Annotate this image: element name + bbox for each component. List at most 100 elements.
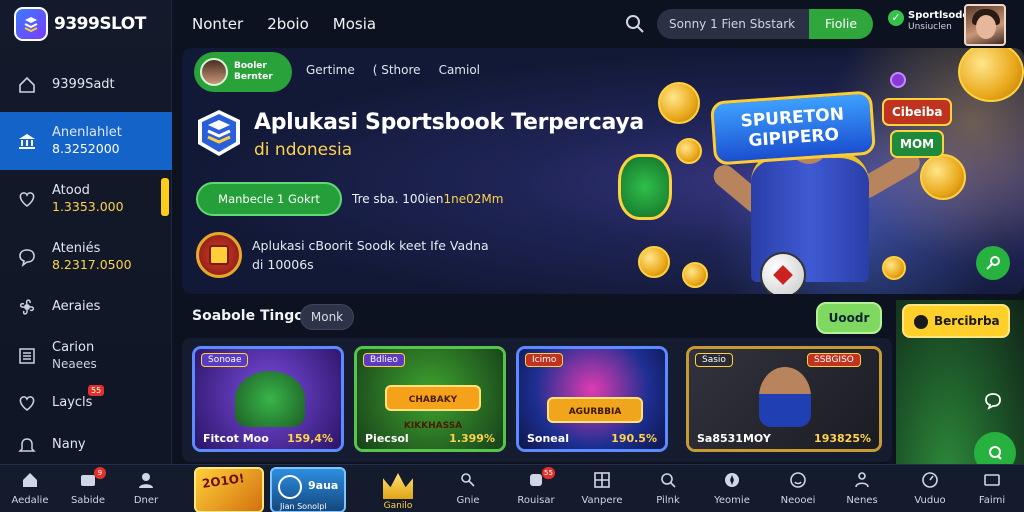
bottom-promo-card-2[interactable]: 9aua Jian Sonolpl: [270, 467, 346, 512]
bottom-nav-item[interactable]: Yeomie: [704, 469, 760, 506]
game-card-4[interactable]: SSBGISO Sasio Sa8531MOY 193825%: [686, 346, 882, 452]
user-info[interactable]: ✓ Sportlsode Unsiuclen: [888, 10, 969, 33]
bottom-nav-label: Yeomie: [714, 495, 750, 506]
smile-icon: [787, 469, 809, 491]
bank-icon: [16, 130, 38, 152]
bottom-nav-highlight[interactable]: Ganilo: [372, 467, 424, 512]
hero-title: Aplukasi Sportsbook Terpercaya: [254, 110, 644, 135]
game-card-3[interactable]: AGURBBIA Icimo Soneal 190.5%: [516, 346, 668, 452]
hero-tab-3[interactable]: Camiol: [439, 63, 480, 77]
user-title: Sportlsode: [908, 10, 970, 21]
search-button[interactable]: Fiolie: [809, 9, 873, 39]
search-input[interactable]: Sonny 1 Fien Sbstark: [657, 9, 809, 39]
section-header: Soabole Tingoa Monk Uoodr: [182, 300, 888, 336]
hero-note-highlight: 1ne02Mm: [443, 192, 504, 206]
sidebar-item-label: Carion: [52, 340, 95, 355]
bottom-nav-item[interactable]: Gnie: [440, 469, 496, 506]
bottom-nav-item[interactable]: Vuduo: [902, 469, 958, 506]
section-filter-chip[interactable]: Monk: [300, 304, 354, 330]
notification-badge: 55: [88, 385, 105, 396]
hero-tab-2[interactable]: ( Sthore: [373, 63, 421, 77]
hero-tabs: Gertime ( Sthore Camiol: [306, 63, 480, 77]
sidebar-item-list[interactable]: Carion Neaees: [0, 336, 172, 376]
user-icon: [135, 469, 157, 491]
tv-icon: [981, 469, 1003, 491]
compass-icon: [721, 469, 743, 491]
bottom-nav-item[interactable]: 9 Sabide: [60, 467, 116, 506]
bottom-nav-item[interactable]: Aedalie: [2, 469, 58, 506]
sidebar-item-value: 8.2317.0500: [52, 257, 132, 272]
section-action-button[interactable]: Uoodr: [816, 302, 882, 334]
search-icon[interactable]: [624, 13, 646, 35]
bottom-nav-item[interactable]: Faimi: [964, 469, 1020, 506]
sidebar: 9399SLOT 9399Sadt Anenlahlet 8.3252000 A…: [0, 0, 172, 512]
bottom-promo-card-2-sub: Jian Sonolpl: [280, 502, 327, 511]
card-title: Soneal: [527, 432, 569, 445]
sportsbook-logo: SPURETON GIPIPERO: [709, 90, 877, 166]
hero-note: Tre sba. 100ien1ne02Mm: [352, 192, 503, 206]
bottom-nav-label: Aedalie: [11, 495, 49, 506]
card-tag: Sasio: [695, 353, 733, 367]
bottom-nav-item[interactable]: Neooei: [770, 469, 826, 506]
search-fab-icon[interactable]: [976, 246, 1010, 280]
coin-icon: [638, 246, 670, 278]
sidebar-item-label: Aeraies: [52, 299, 101, 314]
hero-tab-1[interactable]: Gertime: [306, 63, 355, 77]
nav-link-2[interactable]: 2boio: [267, 15, 309, 33]
bottom-nav-label: Neooei: [780, 495, 816, 506]
notification-badge: 55: [542, 467, 555, 479]
brand-logo-icon: [14, 7, 48, 41]
card-tag: Icimo: [525, 353, 564, 367]
bottom-nav-label: Gnie: [456, 495, 480, 506]
nav-link-1[interactable]: Nonter: [192, 15, 243, 33]
sidebar-item-fan[interactable]: Aeraies: [0, 290, 172, 324]
grid-icon: [591, 469, 613, 491]
top-header: Nonter 2boio Mosia Sonny 1 Fien Sbstark …: [172, 0, 1024, 48]
sidebar-item-chat[interactable]: Ateniés 8.2317.0500: [0, 234, 172, 280]
home-icon: [16, 74, 38, 96]
game-card-2[interactable]: CHABAKY KIKKHASSA Bdlieo Piecsol 1.399%: [354, 346, 506, 452]
card-percent: 159,4%: [287, 432, 333, 445]
hero-note-prefix: Tre sba. 100ien: [352, 192, 444, 206]
bottom-nav-item[interactable]: Pilnk: [640, 469, 696, 506]
sidebar-item-label: Anenlahlet: [52, 125, 122, 140]
nav-link-3[interactable]: Mosia: [333, 15, 376, 33]
sidebar-item-home[interactable]: 9399Sadt: [0, 62, 172, 108]
gauge-icon: [919, 469, 941, 491]
card-character: [235, 371, 305, 427]
mini-card-2[interactable]: MOM: [890, 130, 945, 158]
card-title: Fitcot Moo: [203, 432, 269, 445]
sidebar-item-likes[interactable]: Laycls 55: [0, 385, 172, 420]
promo-button[interactable]: Bercibrba: [902, 304, 1010, 338]
brand-logo[interactable]: 9399SLOT: [0, 0, 171, 48]
hero-desc-line-2: di 10006s: [252, 257, 314, 272]
crown-icon: [383, 473, 413, 499]
search-doc-icon: [657, 469, 679, 491]
sidebar-item-bank[interactable]: Anenlahlet 8.3252000: [0, 112, 172, 170]
sidebar-item-favorites[interactable]: Atood 1.3353.000: [0, 176, 172, 222]
bottom-nav-label: Faimi: [978, 495, 1006, 506]
bottom-nav-item[interactable]: 55 Rouisar: [508, 467, 564, 506]
soccer-ball-icon: [760, 252, 806, 294]
bottom-nav-item[interactable]: Dner: [118, 469, 174, 506]
sidebar-item-sublabel: Neaees: [52, 357, 97, 371]
bottom-nav-item[interactable]: Nenes: [834, 469, 890, 506]
list-icon: [16, 345, 38, 367]
coin-icon: [658, 82, 700, 124]
game-card-1[interactable]: Sonoae Fitcot Moo 159,4%: [192, 346, 344, 452]
card-tag: Sonoae: [201, 353, 249, 367]
chat-bubble-icon[interactable]: [982, 390, 1004, 412]
bottom-promo-card-1[interactable]: 2O1O!: [194, 467, 264, 512]
mini-card-1[interactable]: Cibeiba: [882, 98, 953, 126]
bottom-nav-item[interactable]: Vanpere: [574, 469, 630, 506]
hero-subtitle: di ndonesia: [254, 140, 353, 160]
sidebar-item-notifications[interactable]: Nany: [0, 428, 172, 462]
hero-cta-button[interactable]: Manbecle 1 Gokrt: [196, 182, 342, 216]
hero-desc-line-1: Aplukasi cBoorit Soodk keet Ife Vadna: [252, 238, 489, 253]
avatar[interactable]: [964, 4, 1006, 46]
promo-pill[interactable]: Booler Bernter: [194, 52, 292, 92]
card-percent: 1.399%: [449, 432, 495, 445]
feather-icon: [457, 469, 479, 491]
scroll-indicator[interactable]: [161, 178, 169, 216]
notification-badge: 9: [94, 467, 106, 479]
